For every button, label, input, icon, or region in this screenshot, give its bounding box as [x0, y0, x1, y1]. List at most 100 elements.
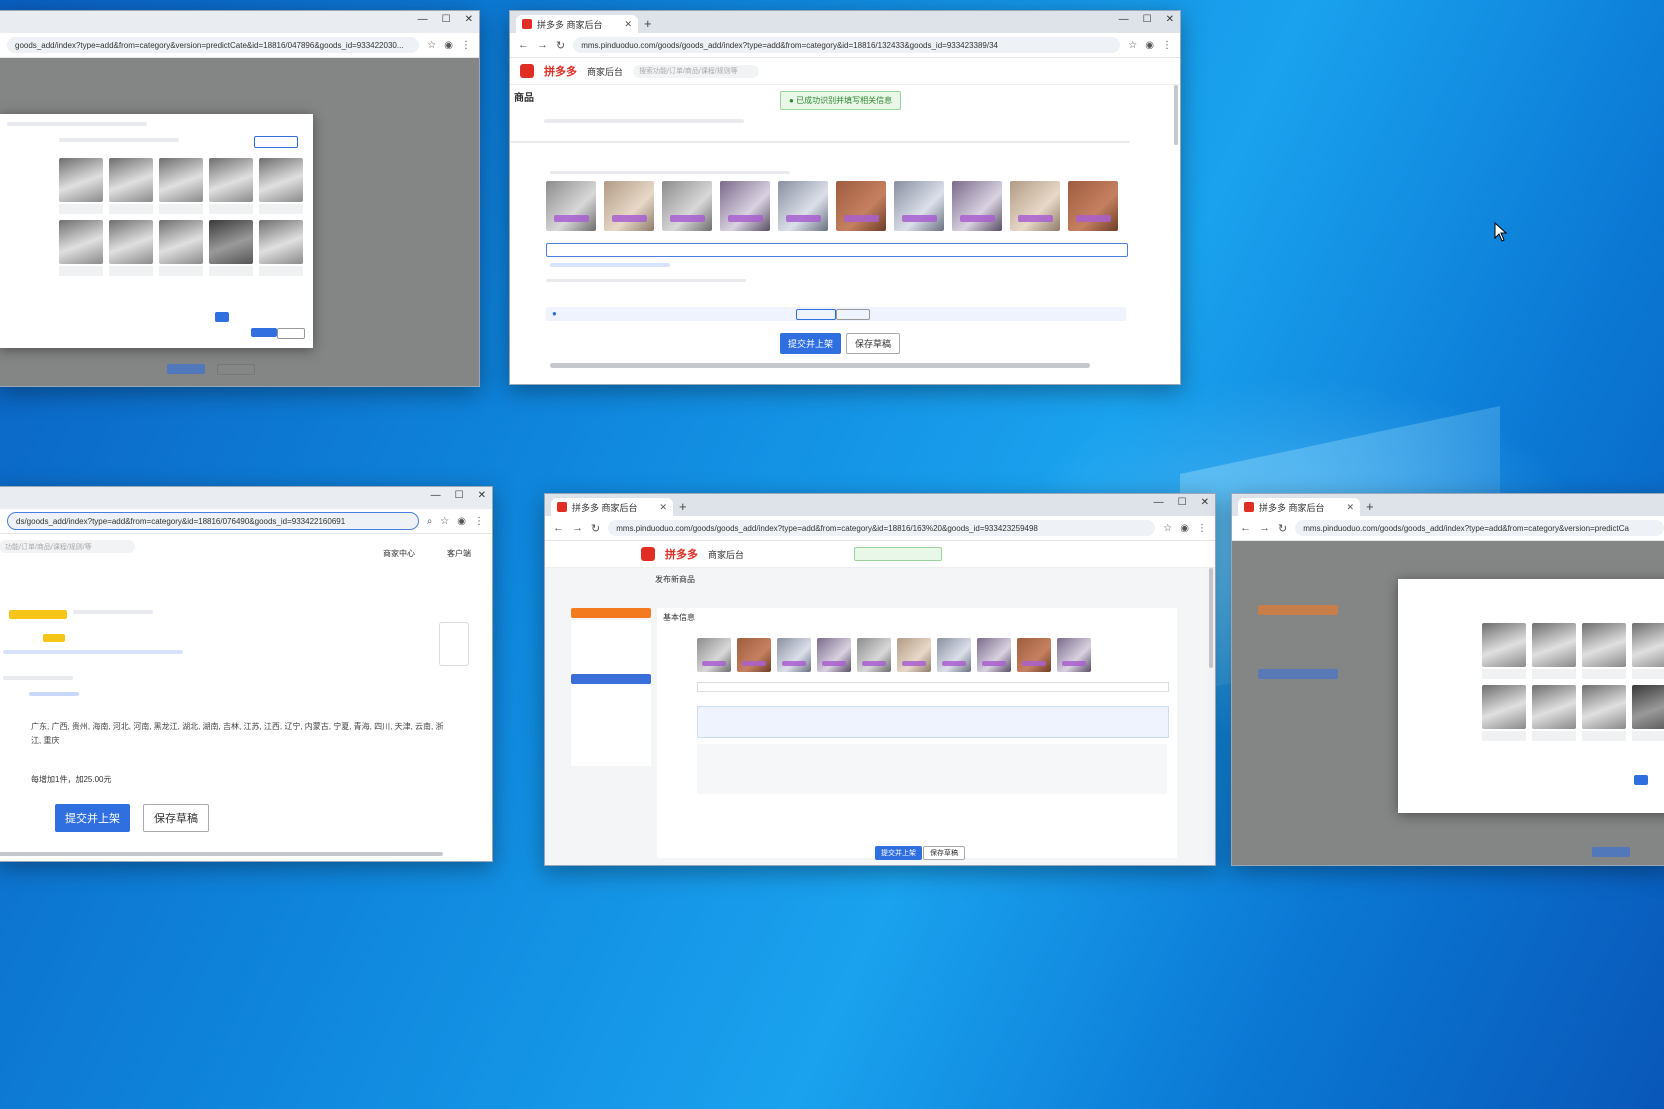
product-image[interactable]: [604, 181, 654, 231]
product-image[interactable]: [1010, 181, 1060, 231]
minimize-icon[interactable]: —: [1154, 497, 1164, 508]
new-tab-icon[interactable]: +: [679, 499, 687, 514]
browser-window-top-center[interactable]: 拼多多 商家后台 ✕ + — ☐ ✕ ← → ↻ mms.pinduoduo.com…: [509, 10, 1181, 385]
menu-icon[interactable]: ⋮: [1162, 40, 1172, 51]
product-title-input[interactable]: [697, 682, 1169, 692]
grid-item[interactable]: [209, 220, 253, 276]
header-link-client[interactable]: 客户端: [447, 548, 471, 559]
grid-item[interactable]: [1482, 685, 1526, 741]
tab-close-icon[interactable]: ✕: [624, 19, 632, 30]
product-thumbnail[interactable]: [259, 158, 303, 202]
new-tab-icon[interactable]: +: [1366, 499, 1374, 514]
profile-icon[interactable]: ◉: [1145, 40, 1154, 51]
pagination-active[interactable]: [1634, 775, 1648, 785]
grid-item[interactable]: [1482, 623, 1526, 679]
grid-item[interactable]: [159, 220, 203, 276]
product-thumbnail[interactable]: [109, 158, 153, 202]
product-thumbnail[interactable]: [159, 158, 203, 202]
back-icon[interactable]: ←: [518, 39, 529, 51]
forward-icon[interactable]: →: [572, 522, 583, 534]
minimize-icon[interactable]: —: [431, 490, 441, 501]
product-image[interactable]: [977, 638, 1011, 672]
product-image[interactable]: [897, 638, 931, 672]
modal-action-chip[interactable]: [254, 136, 298, 148]
product-image[interactable]: [836, 181, 886, 231]
grid-item[interactable]: [109, 158, 153, 214]
template-link[interactable]: [29, 692, 79, 696]
vertical-scrollbar[interactable]: [1209, 568, 1213, 668]
search-input[interactable]: 功能/订单/商品/课程/规则/等: [0, 540, 135, 553]
submit-and-list-button[interactable]: 提交并上架: [875, 846, 922, 860]
product-title-input[interactable]: [546, 243, 1128, 257]
product-thumbnail[interactable]: [1582, 623, 1626, 667]
submit-button-dimmed[interactable]: [1592, 847, 1630, 857]
save-draft-button[interactable]: 保存草稿: [846, 333, 901, 354]
product-thumbnail[interactable]: [109, 220, 153, 264]
product-image[interactable]: [1068, 181, 1118, 231]
star-icon[interactable]: ☆: [1128, 40, 1137, 51]
product-image[interactable]: [857, 638, 891, 672]
grid-item[interactable]: [1532, 623, 1576, 679]
save-button-dimmed[interactable]: [217, 364, 255, 375]
star-icon[interactable]: ☆: [440, 516, 449, 527]
close-icon[interactable]: ✕: [1201, 497, 1209, 508]
header-link-merchant-center[interactable]: 商家中心: [383, 548, 415, 559]
minimize-icon[interactable]: —: [1119, 14, 1129, 25]
submit-button-dimmed[interactable]: [167, 364, 205, 374]
horizontal-scrollbar[interactable]: [0, 852, 443, 856]
grid-item[interactable]: [1632, 685, 1664, 741]
product-image[interactable]: [894, 181, 944, 231]
browser-window-bottom-left[interactable]: — ☐ ✕ ds/goods_add/index?type=add&from=cat…: [0, 486, 493, 862]
tab-close-icon[interactable]: ✕: [1346, 502, 1354, 513]
maximize-icon[interactable]: ☐: [442, 14, 451, 25]
product-thumbnail[interactable]: [209, 220, 253, 264]
search-icon[interactable]: ⌕: [427, 516, 433, 527]
banner-dismiss-button[interactable]: [836, 309, 870, 320]
save-draft-button[interactable]: 保存草稿: [143, 804, 209, 832]
tab-pdd[interactable]: 拼多多 商家后台 ✕: [1238, 498, 1360, 516]
sidebar-promo-banner[interactable]: [571, 608, 651, 618]
vertical-scrollbar[interactable]: [1174, 85, 1178, 145]
grid-item[interactable]: [259, 220, 303, 276]
forward-icon[interactable]: →: [537, 39, 548, 51]
tab-pdd[interactable]: 拼多多 商家后台 ✕: [551, 498, 673, 516]
product-image[interactable]: [952, 181, 1002, 231]
product-thumbnail[interactable]: [259, 220, 303, 264]
product-image[interactable]: [778, 181, 828, 231]
sidebar-nav-active[interactable]: [571, 674, 651, 684]
product-thumbnail[interactable]: [1632, 685, 1664, 729]
horizontal-scrollbar[interactable]: [550, 363, 1090, 368]
minimize-icon[interactable]: —: [418, 14, 428, 25]
product-thumbnail[interactable]: [1532, 623, 1576, 667]
submit-and-list-button[interactable]: 提交并上架: [780, 333, 842, 354]
profile-icon[interactable]: ◉: [1180, 523, 1189, 534]
save-draft-button[interactable]: 保存草稿: [923, 846, 965, 860]
product-image[interactable]: [697, 638, 731, 672]
url-field[interactable]: goods_add/index?type=add&from=category&v…: [7, 37, 420, 53]
product-thumbnail[interactable]: [59, 220, 103, 264]
image-picker-modal[interactable]: [0, 114, 313, 348]
close-icon[interactable]: ✕: [478, 490, 486, 501]
back-icon[interactable]: ←: [1240, 522, 1251, 534]
product-image[interactable]: [1017, 638, 1051, 672]
pagination-active[interactable]: [215, 312, 229, 322]
submit-and-list-button[interactable]: 提交并上架: [55, 804, 130, 832]
product-thumbnail[interactable]: [159, 220, 203, 264]
forward-icon[interactable]: →: [1259, 522, 1270, 534]
url-field[interactable]: mms.pinduoduo.com/goods/goods_add/index?…: [608, 520, 1156, 536]
star-icon[interactable]: ☆: [427, 40, 436, 51]
window-controls[interactable]: — ☐ ✕: [1154, 497, 1209, 508]
grid-item[interactable]: [209, 158, 253, 214]
close-icon[interactable]: ✕: [1166, 14, 1174, 25]
product-thumbnail[interactable]: [59, 158, 103, 202]
grid-item[interactable]: [1582, 685, 1626, 741]
reload-icon[interactable]: ↻: [591, 522, 600, 535]
grid-item[interactable]: [1632, 623, 1664, 679]
reload-icon[interactable]: ↻: [556, 39, 565, 52]
product-image[interactable]: [1057, 638, 1091, 672]
back-icon[interactable]: ←: [553, 522, 564, 534]
product-thumbnail[interactable]: [1632, 623, 1664, 667]
window-controls[interactable]: — ☐ ✕: [418, 14, 473, 25]
product-thumbnail[interactable]: [209, 158, 253, 202]
product-image[interactable]: [720, 181, 770, 231]
